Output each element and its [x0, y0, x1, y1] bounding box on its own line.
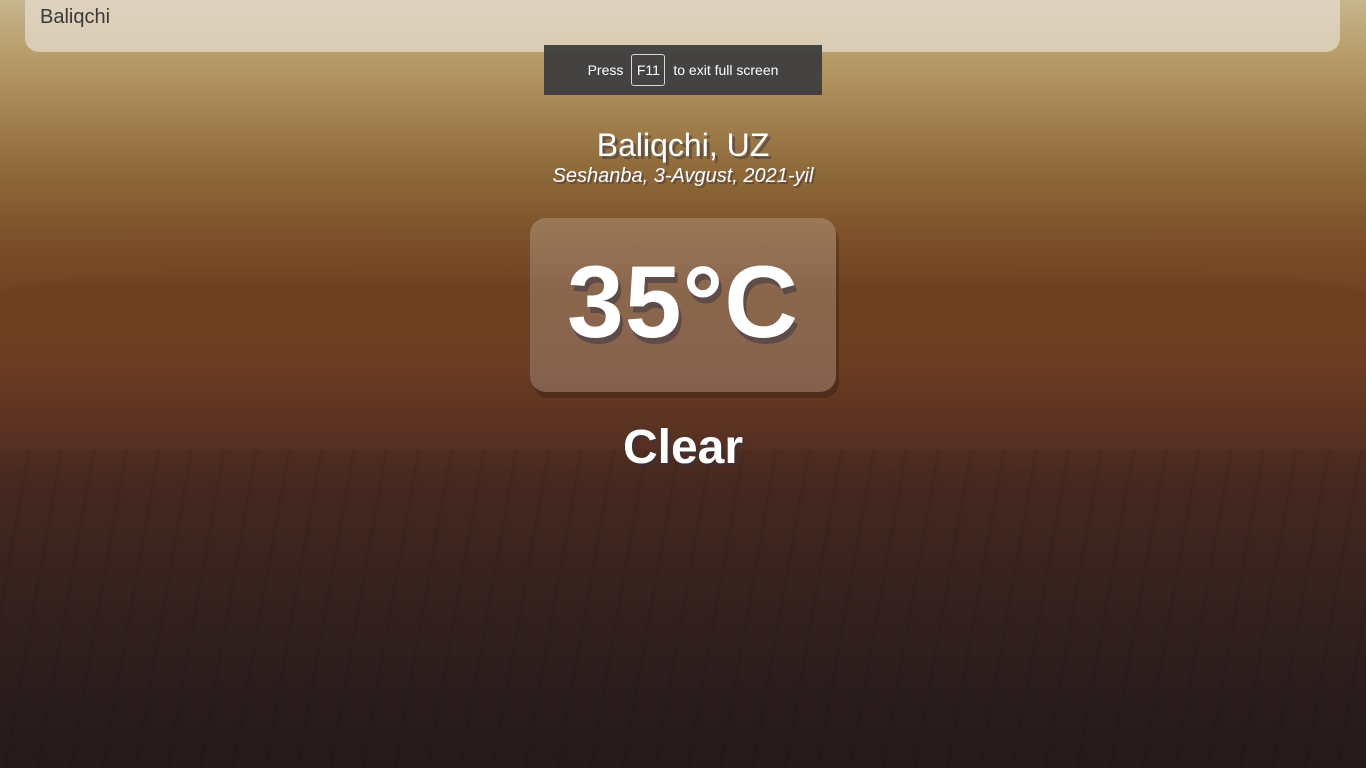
location-title: Baliqchi, UZ: [596, 127, 770, 163]
weather-condition: Clear: [622, 421, 744, 474]
weather-app: Press F11 to exit full screen Baliqchi, …: [0, 0, 1366, 768]
notice-suffix: to exit full screen: [673, 62, 779, 78]
temperature-value: 35°C: [567, 244, 799, 359]
background-field: [0, 450, 1366, 768]
temperature-box: 35°C: [530, 218, 836, 392]
f11-key-badge: F11: [631, 54, 666, 86]
current-date: Seshanba, 3-Avgust, 2021-yil: [552, 165, 814, 187]
notice-prefix: Press: [587, 62, 624, 78]
fullscreen-notice: Press F11 to exit full screen: [544, 45, 822, 95]
